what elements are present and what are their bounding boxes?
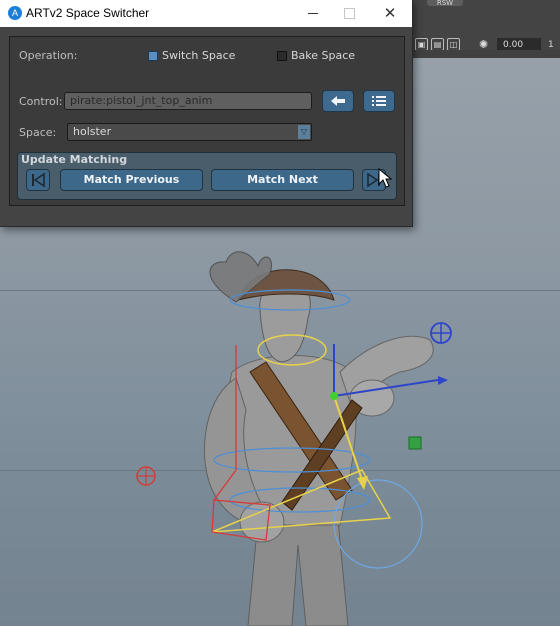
bake-space-label[interactable]: Bake Space: [291, 49, 355, 62]
viewport-tab[interactable]: RSW: [427, 0, 463, 6]
character-scene: [0, 251, 560, 626]
update-matching-group: Update Matching Match Previous Match Nex…: [17, 152, 397, 200]
content-panel: Operation: Switch Space Bake Space Contr…: [9, 36, 405, 206]
control-field[interactable]: pirate:pistol_jnt_top_anim: [64, 92, 312, 110]
list-button[interactable]: [363, 90, 395, 112]
close-button[interactable]: ✕: [372, 0, 408, 27]
ctrl-green-box: [408, 436, 422, 450]
switch-space-checkbox[interactable]: [148, 51, 158, 61]
minimize-icon: [308, 13, 318, 15]
minimize-button[interactable]: [295, 0, 331, 27]
maximize-icon: [343, 8, 355, 20]
back-button[interactable]: [322, 90, 354, 112]
switch-space-label[interactable]: Switch Space: [162, 49, 235, 62]
space-switcher-window: A ARTv2 Space Switcher ✕ Operation: Swit…: [0, 0, 413, 227]
update-matching-label: Update Matching: [21, 153, 128, 166]
match-next-button[interactable]: Match Next: [211, 169, 354, 191]
title-bar[interactable]: A ARTv2 Space Switcher ✕: [0, 0, 412, 27]
space-label: Space:: [19, 126, 57, 139]
list-icon: [372, 96, 386, 106]
bake-space-checkbox[interactable]: [277, 51, 287, 61]
viewport-strip: [412, 50, 560, 58]
skip-first-icon: [32, 172, 45, 188]
control-label: Control:: [19, 95, 63, 108]
artv2-icon: A: [8, 6, 22, 20]
chevron-down-icon: ▽: [298, 125, 310, 139]
match-previous-button[interactable]: Match Previous: [60, 169, 203, 191]
window-title: ARTv2 Space Switcher: [26, 6, 150, 20]
space-dropdown[interactable]: holster ▽: [67, 123, 312, 141]
mouse-cursor-icon: [378, 168, 392, 188]
match-first-button[interactable]: [26, 169, 50, 191]
space-value: holster: [73, 125, 112, 138]
close-icon: ✕: [383, 5, 397, 22]
manip-center: [330, 392, 338, 400]
arrow-left-icon: [331, 96, 345, 106]
maximize-button[interactable]: [331, 0, 367, 27]
operation-label: Operation:: [19, 49, 78, 62]
